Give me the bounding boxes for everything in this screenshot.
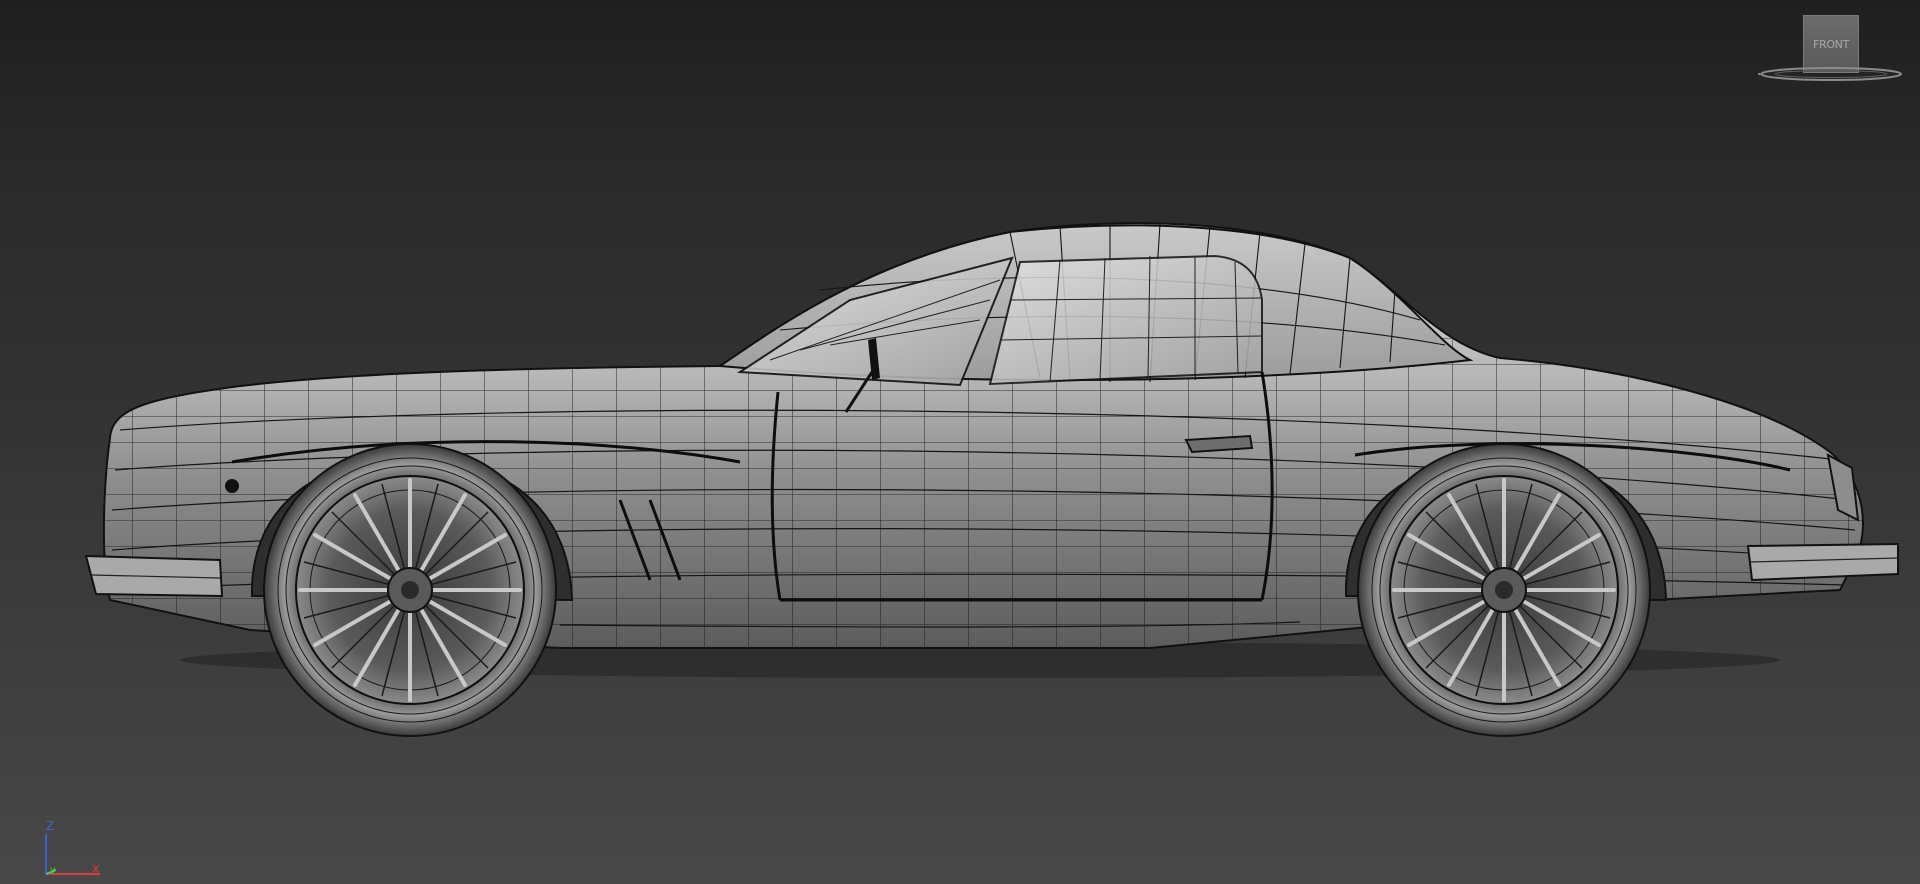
rear-wheel — [1357, 443, 1651, 737]
axis-z-label: Z — [46, 819, 55, 833]
rear-bumper — [1746, 542, 1899, 582]
front-bumper — [84, 554, 224, 598]
side-marker — [225, 479, 239, 493]
axis-x-label: X — [92, 863, 100, 876]
front-wheel — [263, 443, 557, 737]
viewcube-compass-ring[interactable] — [1758, 62, 1904, 86]
car-model[interactable] — [0, 0, 1920, 884]
axis-y-label: Y — [50, 867, 56, 877]
door-handle — [1184, 434, 1254, 454]
axis-tripod: Z X Y — [38, 816, 108, 878]
viewcube[interactable]: FRONT — [1758, 10, 1904, 86]
3d-viewport[interactable]: FRONT Z X Y — [0, 0, 1920, 884]
